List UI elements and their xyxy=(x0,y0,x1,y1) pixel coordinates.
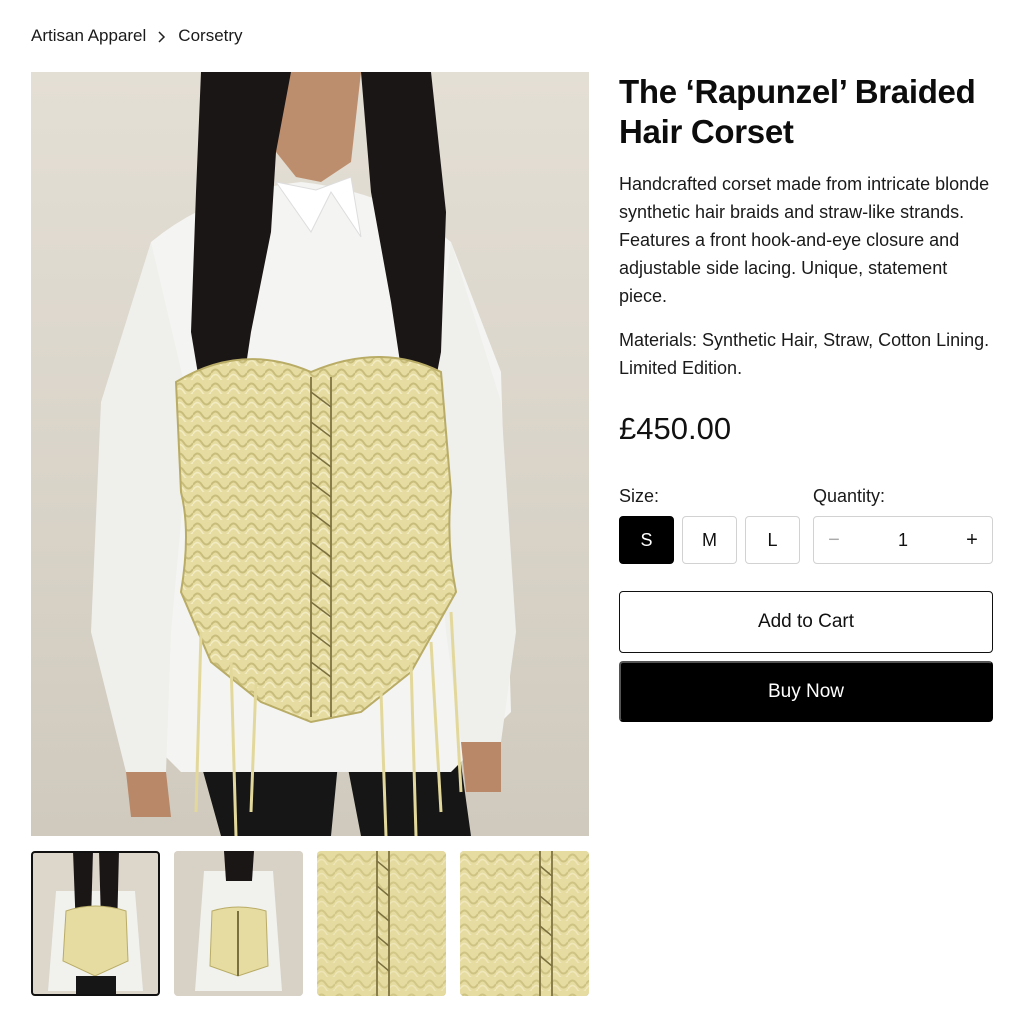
add-to-cart-button[interactable]: Add to Cart xyxy=(619,591,993,653)
product-description: Handcrafted corset made from intricate b… xyxy=(619,174,990,306)
product-materials: Materials: Synthetic Hair, Straw, Cotton… xyxy=(619,330,990,378)
product-options: Size: Quantity: S M L − 1 + xyxy=(619,484,993,564)
buy-now-button[interactable]: Buy Now xyxy=(619,661,993,722)
thumbnail-detail-side[interactable] xyxy=(460,851,589,996)
thumbnail-front-view[interactable] xyxy=(31,851,160,996)
product-title: The ‘Rapunzel’ Braided Hair Corset xyxy=(619,73,976,150)
size-option-l[interactable]: L xyxy=(745,516,800,564)
quantity-label: Quantity: xyxy=(813,486,886,506)
size-label: Size: xyxy=(619,486,660,506)
thumbnail-back-view[interactable] xyxy=(174,851,303,996)
product-info: The ‘Rapunzel’ Braided Hair Corset Handc… xyxy=(619,72,993,448)
size-option-m[interactable]: M xyxy=(682,516,737,564)
size-selector: S M L xyxy=(619,516,800,564)
chevron-right-icon xyxy=(152,26,172,46)
main-product-image[interactable] xyxy=(31,72,589,836)
thumbnail-gallery xyxy=(31,851,589,996)
thumbnail-detail-front[interactable] xyxy=(317,851,446,996)
breadcrumb-artisan-apparel[interactable]: Artisan Apparel xyxy=(31,26,146,46)
quantity-value[interactable]: 1 xyxy=(854,530,952,551)
size-option-s[interactable]: S xyxy=(619,516,674,564)
breadcrumb: Artisan Apparel Corsetry xyxy=(31,26,243,46)
minus-icon[interactable]: − xyxy=(814,517,854,563)
plus-icon[interactable]: + xyxy=(952,517,992,563)
breadcrumb-corsetry[interactable]: Corsetry xyxy=(178,26,242,46)
quantity-stepper: − 1 + xyxy=(813,516,993,564)
product-price: £450.00 xyxy=(619,411,732,446)
